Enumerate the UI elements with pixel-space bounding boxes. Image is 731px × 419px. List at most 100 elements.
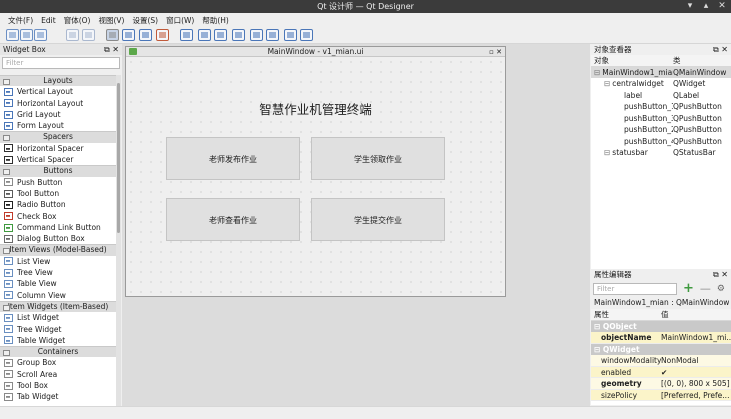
- edit-widgets-icon[interactable]: [106, 29, 119, 41]
- widget-item[interactable]: Form Layout: [0, 120, 116, 131]
- property-editor-dock: 属性编辑器 ⧉ ✕ Filter + — ⚙ MainWindow1_mian …: [591, 269, 731, 405]
- expand-icon[interactable]: ⊟: [594, 68, 600, 77]
- widget-item[interactable]: Push Button: [0, 177, 116, 188]
- property-filter-input[interactable]: Filter: [593, 282, 677, 295]
- widget-filter-input[interactable]: Filter: [2, 57, 120, 69]
- new-form-icon[interactable]: [6, 29, 19, 41]
- save-form-icon[interactable]: [34, 29, 47, 41]
- widget-category[interactable]: Item Views (Model-Based): [0, 244, 116, 256]
- dock-float-close-icon[interactable]: ⧉ ✕: [713, 269, 728, 280]
- lay-out-vertically-icon[interactable]: [198, 29, 211, 41]
- widget-box-scrollbar[interactable]: [116, 75, 121, 406]
- lay-out-horizontal-splitter-icon[interactable]: [214, 29, 227, 41]
- widget-item[interactable]: List View: [0, 256, 116, 267]
- object-row[interactable]: pushButton_3 QPushButton: [591, 113, 731, 125]
- menu-item[interactable]: 帮助(H): [198, 15, 233, 26]
- object-row[interactable]: pushButton_4 QPushButton: [591, 136, 731, 148]
- property-value[interactable]: NonModal: [661, 355, 731, 366]
- widget-item[interactable]: Radio Button: [0, 199, 116, 210]
- object-name: label: [591, 90, 673, 102]
- push-button-4[interactable]: 学生提交作业: [311, 198, 445, 241]
- copy-icon[interactable]: [66, 29, 79, 41]
- property-section[interactable]: ⊟ QWidget: [591, 343, 731, 355]
- dock-float-close-icon[interactable]: ⧉ ✕: [104, 44, 119, 55]
- widget-category[interactable]: Buttons: [0, 165, 116, 177]
- widget-item[interactable]: Scroll Area: [0, 369, 116, 380]
- widget-category[interactable]: Layouts: [0, 75, 116, 87]
- widget-item[interactable]: Column View: [0, 290, 116, 301]
- menu-item[interactable]: 设置(S): [128, 15, 162, 26]
- maximize-icon[interactable]: ▴: [701, 1, 711, 11]
- edit-signals-icon[interactable]: [122, 29, 135, 41]
- widget-item[interactable]: Vertical Spacer: [0, 154, 116, 165]
- form-canvas[interactable]: 智慧作业机管理终端 老师发布作业 学生领取作业 老师查看作业 学生提交作业: [126, 57, 505, 296]
- widget-category[interactable]: Containers: [0, 346, 116, 358]
- object-row[interactable]: ⊟ statusbar QStatusBar: [591, 147, 731, 159]
- menu-item[interactable]: 文件(F): [4, 15, 37, 26]
- object-row[interactable]: label QLabel: [591, 90, 731, 102]
- edit-tab-order-icon[interactable]: [156, 29, 169, 41]
- lay-out-horizontally-icon[interactable]: [180, 29, 193, 41]
- break-layout-icon[interactable]: [284, 29, 297, 41]
- property-row[interactable]: sizePolicy [Preferred, Prefe...: [591, 389, 731, 401]
- property-value[interactable]: ✔: [661, 367, 731, 378]
- object-row[interactable]: ⊟ MainWindow1_mian QMainWindow: [591, 66, 731, 78]
- property-value[interactable]: MainWindow1_mi...: [661, 332, 731, 343]
- property-section[interactable]: ⊟ QObject: [591, 320, 731, 332]
- property-row[interactable]: enabled ✔: [591, 366, 731, 378]
- remove-property-icon[interactable]: —: [700, 282, 711, 295]
- heading-label[interactable]: 智慧作业机管理终端: [126, 99, 505, 118]
- dock-float-close-icon[interactable]: ⧉ ✕: [713, 44, 728, 55]
- expand-icon[interactable]: ⊟: [604, 148, 610, 157]
- widget-item[interactable]: Horizontal Layout: [0, 98, 116, 109]
- lay-out-vertical-splitter-icon[interactable]: [232, 29, 245, 41]
- add-property-icon[interactable]: +: [683, 281, 694, 296]
- object-row[interactable]: ⊟ centralwidget QWidget: [591, 78, 731, 90]
- edit-buddies-icon[interactable]: [139, 29, 152, 41]
- form-controls-icon[interactable]: ▫ ✕: [489, 47, 502, 57]
- minimize-icon[interactable]: ▾: [685, 1, 695, 11]
- push-button-1[interactable]: 老师发布作业: [166, 137, 300, 180]
- widget-item[interactable]: Table Widget: [0, 335, 116, 346]
- menu-item[interactable]: Edit: [37, 16, 60, 25]
- property-row[interactable]: geometry [(0, 0), 800 x 505]: [591, 378, 731, 390]
- widget-category[interactable]: Spacers: [0, 131, 116, 143]
- widget-item[interactable]: Tree View: [0, 267, 116, 278]
- object-row[interactable]: pushButton_2 QPushButton: [591, 124, 731, 136]
- property-row[interactable]: objectName MainWindow1_mi...: [591, 332, 731, 344]
- widget-item[interactable]: Grid Layout: [0, 109, 116, 120]
- widget-item[interactable]: Dialog Button Box: [0, 233, 116, 244]
- paste-icon[interactable]: [82, 29, 95, 41]
- push-button-2[interactable]: 学生领取作业: [311, 137, 445, 180]
- adjust-size-icon[interactable]: [300, 29, 313, 41]
- menu-item[interactable]: 窗口(W): [162, 15, 198, 26]
- menu-item[interactable]: 窗体(O): [60, 15, 95, 26]
- lay-out-form-icon[interactable]: [266, 29, 279, 41]
- widget-item[interactable]: List Widget: [0, 312, 116, 323]
- widget-item[interactable]: Command Link Button: [0, 222, 116, 233]
- property-value[interactable]: [(0, 0), 800 x 505]: [661, 378, 731, 389]
- close-icon[interactable]: ✕: [717, 1, 727, 11]
- widget-item[interactable]: Vertical Layout: [0, 86, 116, 97]
- widget-category[interactable]: Item Widgets (Item-Based): [0, 300, 116, 313]
- widget-item[interactable]: Group Box: [0, 357, 116, 368]
- expand-icon[interactable]: ⊟: [604, 79, 610, 88]
- property-row[interactable]: windowModality NonModal: [591, 355, 731, 367]
- widget-item[interactable]: Check Box: [0, 211, 116, 222]
- lay-out-grid-icon[interactable]: [250, 29, 263, 41]
- push-button-3[interactable]: 老师查看作业: [166, 198, 300, 241]
- widget-item[interactable]: Tool Button: [0, 188, 116, 199]
- property-value[interactable]: [Preferred, Prefe...: [661, 390, 731, 401]
- object-name-text: pushButton_2: [624, 125, 673, 134]
- widget-item[interactable]: Horizontal Spacer: [0, 143, 116, 154]
- open-form-icon[interactable]: [20, 29, 33, 41]
- widget-item[interactable]: Tree Widget: [0, 324, 116, 335]
- widget-item[interactable]: Tool Box: [0, 380, 116, 391]
- widget-item[interactable]: Table View: [0, 278, 116, 289]
- scrollbar-thumb[interactable]: [117, 83, 120, 233]
- menu-item[interactable]: 视图(V): [94, 15, 128, 26]
- widget-item[interactable]: Tab Widget: [0, 391, 116, 402]
- col-value-header: 值: [661, 310, 669, 319]
- object-row[interactable]: pushButton_1 QPushButton: [591, 101, 731, 113]
- configure-icon[interactable]: ⚙: [717, 284, 725, 294]
